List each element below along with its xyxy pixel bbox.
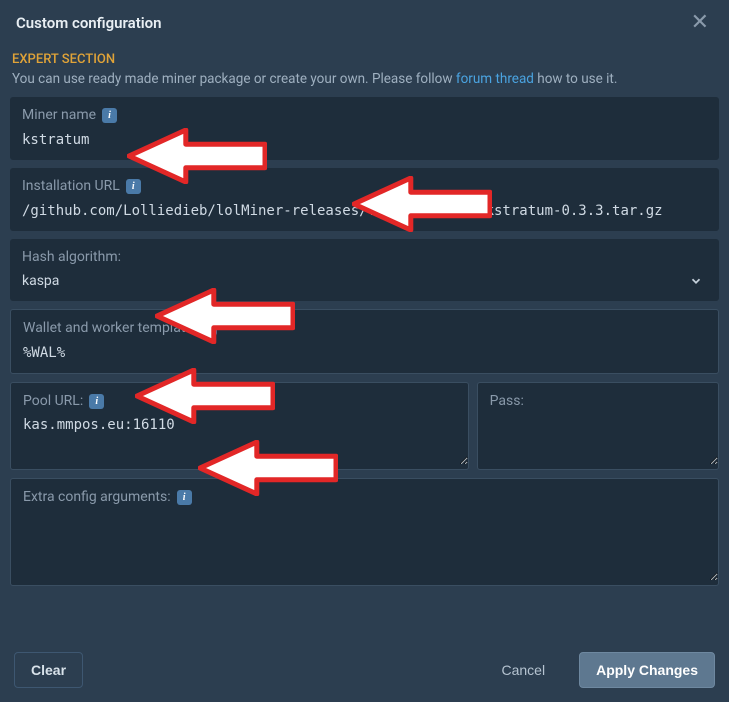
pool-url-input[interactable] [11, 415, 468, 465]
apply-button[interactable]: Apply Changes [579, 652, 715, 688]
pass-label: Pass: [478, 383, 718, 415]
install-url-label: Installation URL i [10, 168, 719, 200]
info-icon[interactable]: i [202, 321, 217, 336]
config-modal: Custom configuration ✕ EXPERT SECTION Yo… [0, 0, 729, 702]
info-icon[interactable]: i [102, 108, 117, 123]
extra-config-group: Extra config arguments: i [10, 478, 719, 586]
forum-thread-link[interactable]: forum thread [456, 71, 534, 87]
modal-title: Custom configuration [16, 14, 162, 32]
extra-config-label-text: Extra config arguments: [23, 489, 171, 505]
close-icon[interactable]: ✕ [687, 12, 713, 34]
expert-section-label: EXPERT SECTION [10, 48, 719, 69]
pass-input[interactable] [478, 415, 718, 465]
wallet-template-input[interactable] [11, 343, 718, 373]
cancel-button[interactable]: Cancel [486, 653, 562, 687]
wallet-template-label-text: Wallet and worker template: [23, 320, 196, 336]
info-icon[interactable]: i [89, 394, 104, 409]
clear-button[interactable]: Clear [14, 652, 83, 688]
miner-name-input[interactable] [10, 130, 719, 160]
miner-name-label: Miner name i [10, 97, 719, 129]
modal-footer: Clear Cancel Apply Changes [0, 642, 729, 702]
info-icon[interactable]: i [126, 179, 141, 194]
pool-pass-row: Pool URL: i Pass: [10, 382, 719, 470]
modal-body: EXPERT SECTION You can use ready made mi… [0, 44, 729, 642]
info-icon[interactable]: i [177, 490, 192, 505]
help-pre: You can use ready made miner package or … [12, 71, 456, 87]
extra-config-label: Extra config arguments: i [11, 479, 718, 511]
chevron-down-icon [689, 274, 703, 288]
pool-url-group: Pool URL: i [10, 382, 469, 470]
install-url-input[interactable] [10, 201, 719, 231]
footer-right: Cancel Apply Changes [486, 652, 716, 688]
hash-algo-label-text: Hash algorithm: [22, 249, 121, 265]
extra-config-input[interactable] [11, 511, 718, 581]
wallet-template-label: Wallet and worker template: i [11, 310, 718, 342]
pass-label-text: Pass: [490, 393, 524, 409]
wallet-template-group: Wallet and worker template: i [10, 309, 719, 374]
miner-name-label-text: Miner name [22, 107, 96, 123]
expert-help-text: You can use ready made miner package or … [10, 69, 719, 97]
hash-algo-value: kaspa [22, 273, 59, 289]
hash-algo-select[interactable]: kaspa [10, 271, 719, 301]
pass-group: Pass: [477, 382, 719, 470]
pool-url-label: Pool URL: i [11, 383, 468, 415]
miner-name-group: Miner name i [10, 97, 719, 160]
install-url-group: Installation URL i [10, 168, 719, 231]
modal-header: Custom configuration ✕ [0, 0, 729, 44]
pool-url-label-text: Pool URL: [23, 393, 83, 409]
help-post: how to use it. [534, 71, 618, 87]
hash-algo-label: Hash algorithm: [10, 239, 719, 271]
install-url-label-text: Installation URL [22, 178, 120, 194]
hash-algo-group: Hash algorithm: kaspa [10, 239, 719, 301]
